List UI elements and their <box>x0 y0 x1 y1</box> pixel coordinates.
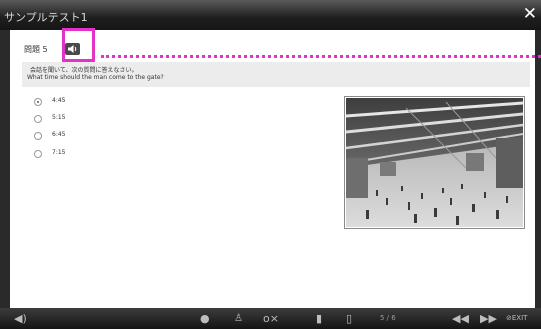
option-text: 5:15 <box>52 114 66 121</box>
option-text: 6:45 <box>52 131 66 138</box>
window-title: サンプルテスト1 <box>4 11 88 24</box>
option-text: 7:15 <box>52 149 66 156</box>
option-text: 4:45 <box>52 97 66 104</box>
volume-icon[interactable]: ◀) <box>14 308 27 329</box>
right-frame <box>535 30 541 308</box>
highlight-box <box>62 28 95 62</box>
title-bar: サンプルテスト1 ✕ <box>0 0 541 30</box>
bottom-toolbar: ◀) ● ♙ o× ▮ ▯ 5 / 6 ◀◀ ▶▶ ⊘EXIT <box>0 308 541 329</box>
question-image <box>344 96 525 229</box>
document-icon[interactable]: ▮ <box>316 308 322 329</box>
person-icon[interactable]: ♙ <box>234 308 243 329</box>
exit-label: EXIT <box>511 314 528 322</box>
radio-button[interactable] <box>34 150 42 158</box>
instruction-box: 会話を聞いて、次の質問に答えなさい。 What time should the … <box>22 62 530 87</box>
key-icon[interactable]: o× <box>263 308 279 329</box>
airport-terminal-photo <box>346 98 523 227</box>
comment-icon[interactable]: ● <box>200 308 210 329</box>
close-icon[interactable]: ✕ <box>523 4 537 24</box>
instruction-english: What time should the man come to the gat… <box>27 74 164 81</box>
question-label: 問題 5 <box>24 45 48 54</box>
document-list-icon[interactable]: ▯ <box>346 308 352 329</box>
exit-button[interactable]: ⊘EXIT <box>506 308 527 329</box>
fast-forward-icon[interactable]: ▶▶ <box>480 308 497 329</box>
radio-button[interactable] <box>34 115 42 123</box>
instruction-japanese: 会話を聞いて、次の質問に答えなさい。 <box>30 67 138 74</box>
highlight-dotted-line <box>101 55 541 58</box>
radio-button[interactable] <box>34 132 42 140</box>
left-frame <box>0 30 10 308</box>
rewind-icon[interactable]: ◀◀ <box>452 308 469 329</box>
radio-button-selected[interactable] <box>34 98 42 106</box>
page-indicator: 5 / 6 <box>380 314 396 322</box>
